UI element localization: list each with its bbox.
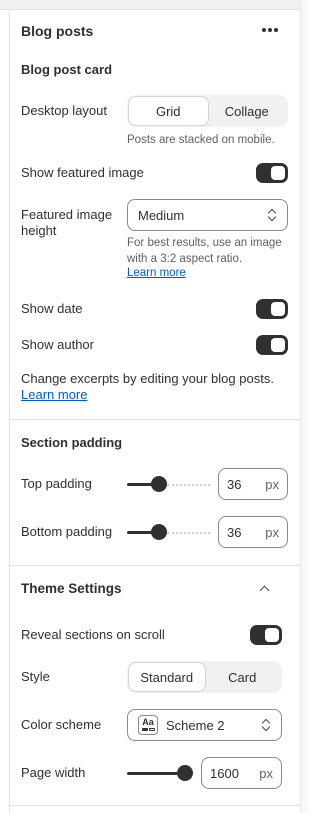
excerpts-note: Change excerpts by editing your blog pos… bbox=[21, 371, 274, 386]
desktop-layout-label: Desktop layout bbox=[21, 103, 107, 118]
show-date-label: Show date bbox=[21, 301, 83, 316]
featured-image-learn-more-link[interactable]: Learn more bbox=[127, 267, 186, 279]
top-padding-slider[interactable] bbox=[127, 474, 210, 494]
style-segmented: Standard Card bbox=[127, 661, 282, 693]
page-width-unit: px bbox=[259, 765, 273, 781]
toggle-knob bbox=[271, 338, 285, 352]
more-options-button[interactable] bbox=[258, 20, 282, 40]
bottom-padding-slider[interactable] bbox=[127, 522, 210, 542]
page-width-input[interactable]: 1600 px bbox=[201, 757, 282, 789]
style-option-standard[interactable]: Standard bbox=[129, 663, 205, 691]
top-padding-value: 36 bbox=[227, 476, 242, 492]
color-scheme-value: Scheme 2 bbox=[166, 717, 225, 733]
page-width-label: Page width bbox=[21, 765, 86, 780]
more-horizontal-icon bbox=[262, 28, 266, 32]
featured-image-height-value: Medium bbox=[138, 207, 185, 223]
toggle-knob bbox=[265, 628, 279, 642]
style-label: Style bbox=[21, 669, 50, 684]
scrollbar[interactable] bbox=[300, 0, 308, 813]
page-width-value: 1600 bbox=[210, 765, 239, 781]
panel-left-rule bbox=[9, 10, 10, 813]
bottom-padding-value: 36 bbox=[227, 524, 242, 540]
featured-image-hint-line2: with a 3:2 aspect ratio. bbox=[127, 253, 243, 265]
top-padding-unit: px bbox=[265, 476, 279, 492]
divider bbox=[10, 419, 300, 420]
top-edge bbox=[0, 0, 300, 10]
toggle-knob bbox=[271, 166, 285, 180]
select-chevron-icon bbox=[267, 208, 277, 222]
subsection-title-blog-post-card: Blog post card bbox=[21, 62, 113, 77]
page-width-slider[interactable] bbox=[127, 763, 193, 783]
style-option-card[interactable]: Card bbox=[205, 663, 281, 691]
top-padding-input[interactable]: 36 px bbox=[218, 468, 288, 500]
slider-track-rest bbox=[167, 484, 210, 486]
color-scheme-swatch-icon: Aa bbox=[138, 715, 158, 735]
toggle-knob bbox=[271, 302, 285, 316]
top-padding-label: Top padding bbox=[21, 476, 92, 491]
section-title-section-padding: Section padding bbox=[21, 435, 123, 450]
featured-image-height-label-line1: Featured image bbox=[21, 207, 113, 222]
reveal-sections-toggle[interactable] bbox=[250, 625, 282, 645]
color-scheme-label: Color scheme bbox=[21, 717, 102, 732]
show-author-label: Show author bbox=[21, 337, 94, 352]
section-title-blog-posts: Blog posts bbox=[21, 23, 94, 39]
color-scheme-select[interactable]: Aa Scheme 2 bbox=[127, 709, 282, 741]
section-title-theme-settings: Theme Settings bbox=[21, 581, 122, 596]
bottom-padding-input[interactable]: 36 px bbox=[218, 516, 288, 548]
desktop-layout-segmented: Grid Collage bbox=[127, 95, 288, 127]
show-featured-image-label: Show featured image bbox=[21, 165, 144, 180]
desktop-layout-option-grid[interactable]: Grid bbox=[129, 97, 208, 125]
desktop-layout-option-collage[interactable]: Collage bbox=[208, 97, 287, 125]
excerpts-learn-more-link[interactable]: Learn more bbox=[21, 387, 87, 402]
reveal-sections-label: Reveal sections on scroll bbox=[21, 627, 165, 642]
slider-thumb[interactable] bbox=[151, 476, 167, 492]
show-date-toggle[interactable] bbox=[256, 299, 288, 319]
divider bbox=[10, 805, 300, 806]
bottom-padding-unit: px bbox=[265, 524, 279, 540]
featured-image-hint-line1: For best results, use an image bbox=[127, 237, 282, 249]
select-chevron-icon bbox=[261, 718, 271, 732]
featured-image-height-label-line2: height bbox=[21, 223, 57, 238]
show-author-toggle[interactable] bbox=[256, 335, 288, 355]
desktop-layout-hint: Posts are stacked on mobile. bbox=[127, 134, 275, 146]
featured-image-height-select[interactable]: Medium bbox=[127, 199, 288, 231]
divider bbox=[10, 565, 300, 566]
show-featured-image-toggle[interactable] bbox=[256, 163, 288, 183]
slider-thumb[interactable] bbox=[151, 524, 167, 540]
chevron-up-icon[interactable] bbox=[259, 583, 271, 595]
slider-track-rest bbox=[167, 532, 210, 534]
color-scheme-swatch-text: Aa bbox=[142, 717, 154, 727]
bottom-padding-label: Bottom padding bbox=[21, 524, 113, 539]
slider-thumb[interactable] bbox=[177, 765, 193, 781]
